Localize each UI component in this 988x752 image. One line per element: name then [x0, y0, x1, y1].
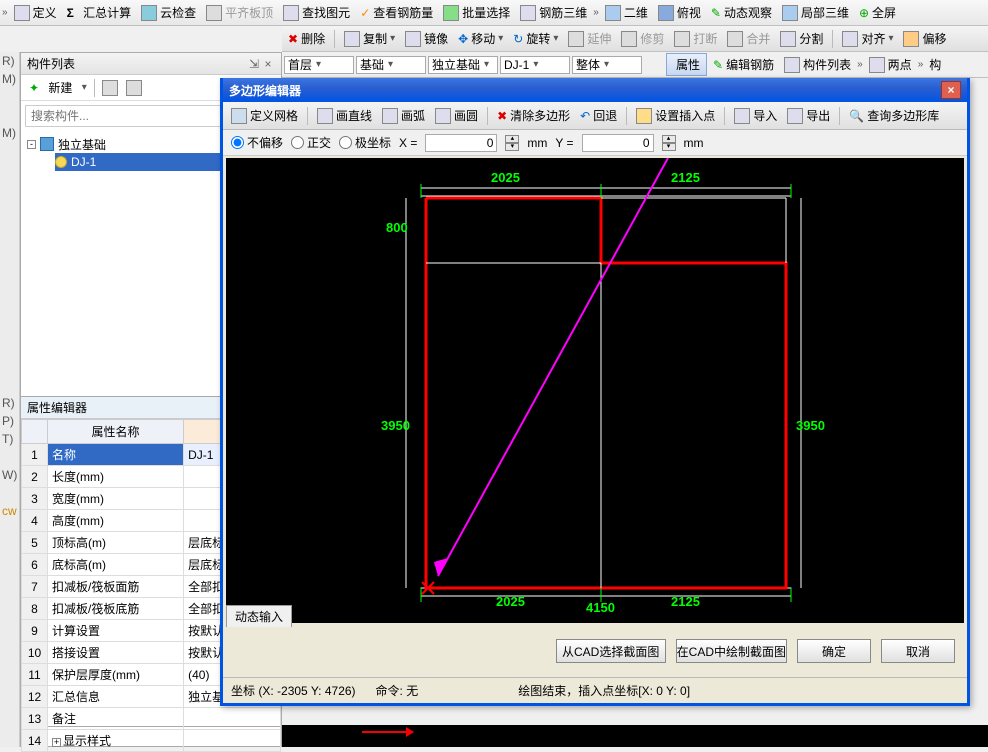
draw-arc-button[interactable]: 画弧: [378, 105, 429, 126]
cloud-check-button[interactable]: 云检查: [137, 2, 200, 23]
offset-button[interactable]: 偏移: [899, 28, 950, 49]
component-select[interactable]: DJ-1▾: [500, 56, 570, 74]
2d-button[interactable]: 二维: [601, 2, 652, 23]
local3d-button[interactable]: 局部三维: [778, 2, 853, 23]
close-icon[interactable]: ×: [941, 81, 961, 99]
y-input[interactable]: [582, 134, 654, 152]
x-input[interactable]: [425, 134, 497, 152]
trim-button[interactable]: 修剪: [617, 28, 668, 49]
new-component-button[interactable]: ✦ 新建 ▾: [25, 77, 91, 98]
dim-bot2: 2125: [671, 594, 700, 609]
dialog-title: 多边形编辑器: [229, 82, 301, 99]
dim-left-top: 800: [386, 220, 408, 235]
prop-title: 属性编辑器: [27, 397, 87, 418]
other-button[interactable]: 构: [925, 54, 945, 75]
polar-radio[interactable]: 极坐标: [339, 134, 391, 151]
rebar3d-button[interactable]: 钢筋三维: [516, 2, 591, 23]
panel-title-bar: 构件列表 ⇲×: [21, 53, 281, 75]
dim-top1: 2025: [491, 170, 520, 185]
dialog-titlebar[interactable]: 多边形编辑器 ×: [223, 78, 967, 102]
align-button[interactable]: 对齐▾: [838, 28, 897, 49]
dim-right: 3950: [796, 418, 825, 433]
batch-button[interactable]: 批量选择: [439, 2, 514, 23]
copy-button[interactable]: 复制▾: [340, 28, 399, 49]
dynview-button[interactable]: ✎动态观察: [707, 2, 776, 23]
ok-button[interactable]: 确定: [797, 639, 871, 663]
dim-left: 3950: [381, 418, 410, 433]
set-insert-button[interactable]: 设置插入点: [632, 105, 719, 126]
sum-button[interactable]: Σ 汇总计算: [63, 2, 136, 23]
import-button[interactable]: 导入: [730, 105, 781, 126]
draw-line-button[interactable]: 画直线: [313, 105, 376, 126]
clear-button[interactable]: ✖清除多边形: [493, 105, 574, 126]
pin-icon[interactable]: ⇲: [247, 53, 261, 75]
coord-input-row: 不偏移 正交 极坐标 X = ▴▾ mm Y = ▴▾ mm: [223, 130, 967, 156]
selector-toolbar: 首层▾ 基础▾ 独立基础▾ DJ-1▾ 整体▾ 属性 ✎编辑钢筋 构件列表 » …: [282, 52, 988, 78]
find-button[interactable]: 查找图元: [279, 2, 354, 23]
rotate-button[interactable]: ↻旋转▾: [509, 28, 562, 49]
query-button[interactable]: 🔍查询多边形库: [845, 105, 943, 126]
no-offset-radio[interactable]: 不偏移: [231, 134, 283, 151]
dialog-button-row: 从CAD选择截面图 在CAD中绘制截面图 确定 取消: [223, 627, 967, 675]
y-up[interactable]: ▴: [662, 135, 676, 143]
fullscreen-button[interactable]: ⊕全屏: [855, 2, 900, 23]
subcat-select[interactable]: 独立基础▾: [428, 56, 498, 74]
undo-button[interactable]: ↶回退: [576, 105, 621, 126]
edit-rebar-button[interactable]: ✎编辑钢筋: [709, 54, 778, 75]
break-button[interactable]: 打断: [670, 28, 721, 49]
dim-bot1: 2025: [496, 594, 525, 609]
dim-bot-total: 4150: [586, 600, 615, 615]
dialog-toolbar: 定义网格 画直线 画弧 画圆 ✖清除多边形 ↶回退 设置插入点 导入 导出 🔍查…: [223, 102, 967, 130]
x-down[interactable]: ▾: [505, 143, 519, 151]
dialog-statusbar: 坐标 (X: -2305 Y: 4726) 命令: 无 绘图结束，插入点坐标[X…: [223, 677, 967, 703]
move-button[interactable]: ✥移动▾: [454, 28, 507, 49]
draw-circle-button[interactable]: 画圆: [431, 105, 482, 126]
twopoint-button[interactable]: 两点: [865, 54, 916, 75]
from-cad-button[interactable]: 从CAD选择截面图: [556, 639, 666, 663]
tool-2[interactable]: [98, 78, 122, 98]
polygon-editor-dialog: 多边形编辑器 × 定义网格 画直线 画弧 画圆 ✖清除多边形 ↶回退 设置插入点…: [220, 78, 970, 706]
property-row[interactable]: 13备注: [22, 708, 281, 730]
drawing-canvas[interactable]: 2025 2125 800 3950 3950 2025 2125 4150: [226, 158, 964, 623]
mirror-button[interactable]: 镜像: [401, 28, 452, 49]
edit-toolbar: ✖删除 复制▾ 镜像 ✥移动▾ ↻旋转▾ 延伸 修剪 打断 合并 分割 对齐▾ …: [282, 26, 988, 52]
property-button[interactable]: 属性: [666, 53, 707, 76]
draw-cad-button[interactable]: 在CAD中绘制截面图: [676, 639, 787, 663]
floor-select[interactable]: 首层▾: [284, 56, 354, 74]
close-icon[interactable]: ×: [261, 53, 275, 75]
category-select[interactable]: 基础▾: [356, 56, 426, 74]
panel-title: 构件列表: [27, 53, 75, 74]
x-up[interactable]: ▴: [505, 135, 519, 143]
tool-3[interactable]: [122, 78, 146, 98]
export-button[interactable]: 导出: [783, 105, 834, 126]
main-toolbar-1: » 定义 Σ 汇总计算 云检查 平齐板顶 查找图元 ✓查看钢筋量 批量选择 钢筋…: [0, 0, 988, 26]
property-row[interactable]: 14+显示样式: [22, 730, 281, 752]
define-grid-button[interactable]: 定义网格: [227, 105, 302, 126]
delete-button[interactable]: ✖删除: [284, 28, 329, 49]
extend-button[interactable]: 延伸: [564, 28, 615, 49]
scope-select[interactable]: 整体▾: [572, 56, 642, 74]
split-button[interactable]: 分割: [776, 28, 827, 49]
flat-button[interactable]: 平齐板顶: [202, 2, 277, 23]
component-list-button[interactable]: 构件列表: [780, 54, 855, 75]
main-statusbar: [282, 725, 988, 747]
ortho-radio[interactable]: 正交: [291, 134, 331, 151]
left-ruler: R)M)M)R)P)T)W)cw: [0, 52, 20, 747]
rebar-button[interactable]: ✓查看钢筋量: [356, 2, 437, 23]
dim-top2: 2125: [671, 170, 700, 185]
merge-button[interactable]: 合并: [723, 28, 774, 49]
dynamic-input-tab[interactable]: 动态输入: [226, 605, 292, 627]
define-button[interactable]: 定义: [10, 2, 61, 23]
y-down[interactable]: ▾: [662, 143, 676, 151]
persp-button[interactable]: 俯视: [654, 2, 705, 23]
cancel-button[interactable]: 取消: [881, 639, 955, 663]
